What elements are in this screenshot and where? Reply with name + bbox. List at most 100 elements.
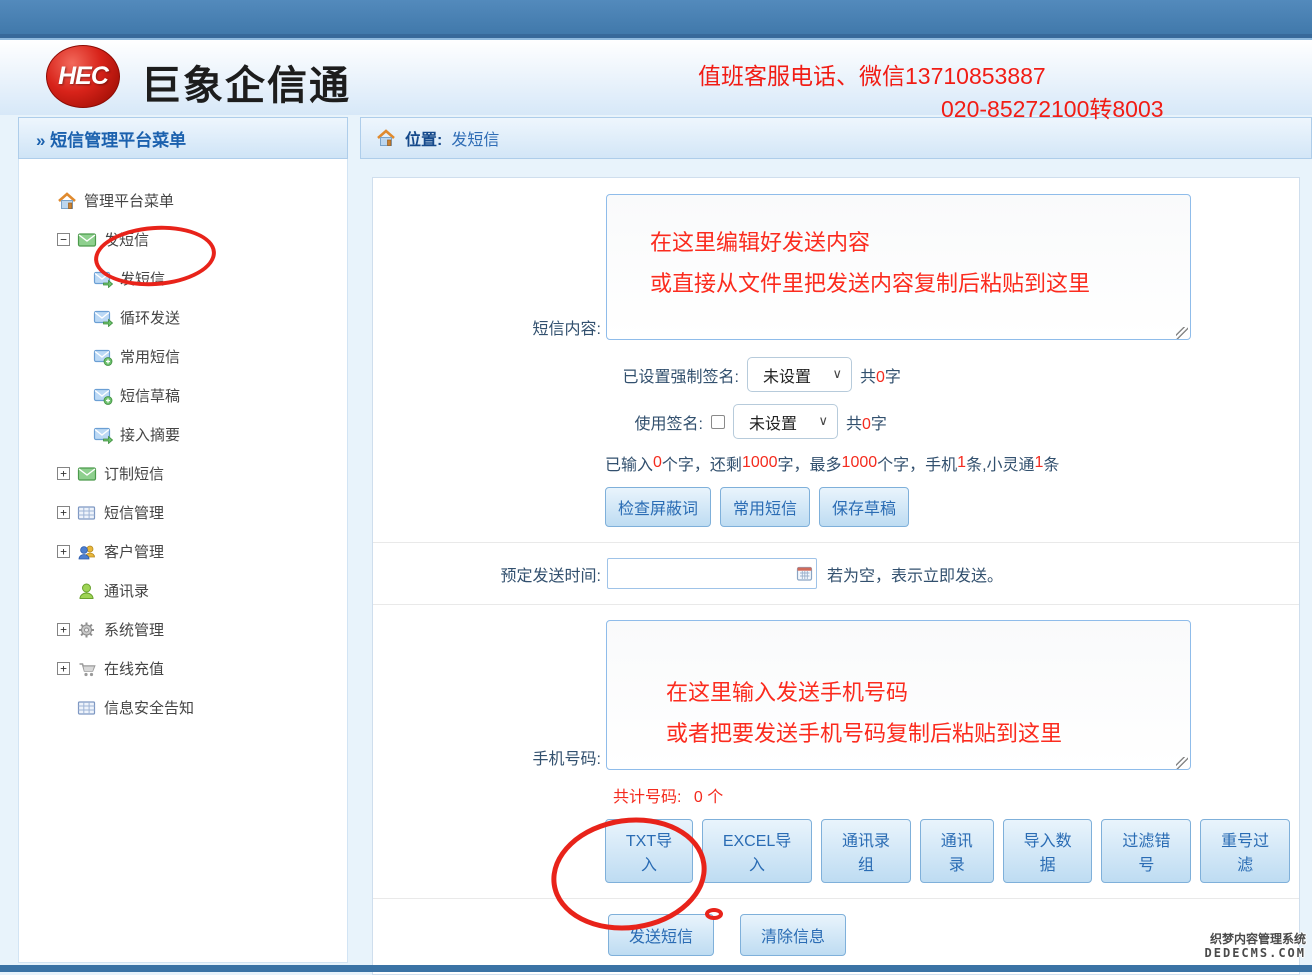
resize-grip-icon[interactable] [1176,757,1188,769]
counter-number: 1 [957,454,966,472]
sidebar-item-common-sms[interactable]: 常用短信 [93,337,347,376]
contact-group-button[interactable]: 通讯录组 [821,819,911,883]
home-icon [57,192,77,210]
envelope-green-icon [77,231,97,249]
envelope-arrow-icon [93,270,113,288]
counter-number: 1000 [742,454,778,472]
counter-text: 条 [1043,451,1059,475]
sidebar-item-custom-sms[interactable]: + 订制短信 [57,454,347,493]
counter-text: 个字，还剩 [662,451,742,475]
sidebar: » 短信管理平台菜单 管理平台菜单 −发短信发短信循环发送常用短信短信草稿接入摘… [18,117,348,963]
common-sms-button[interactable]: 常用短信 [720,487,810,527]
envelope-plus-icon [93,348,113,366]
sidebar-item-label: 系统管理 [104,619,164,640]
counter-number: 0 [653,454,662,472]
sidebar-item-label: 发短信 [120,268,165,289]
main-area: 位置: 发短信 短信内容: 在这里编辑好发送内容 或直接从文件里把发送内容复制后… [360,117,1312,975]
expander-plus-icon[interactable]: + [57,623,70,636]
sms-content-label: 短信内容: [373,315,601,345]
use-signature-checkbox[interactable] [711,415,725,429]
phone-numbers-label: 手机号码: [373,745,601,775]
top-navy-bar [0,0,1312,34]
sidebar-item-info-security[interactable]: 信息安全告知 [57,688,347,727]
sidebar-item-label: 循环发送 [120,307,180,328]
logo-text: HEC [58,62,108,91]
divider [373,542,1299,543]
breadcrumb-location-label: 位置: [405,126,442,150]
divider [373,604,1299,605]
sidebar-item-online-recharge[interactable]: + 在线充值 [57,649,347,688]
sidebar-item-label: 信息安全告知 [104,697,194,718]
sidebar-item-system-manage[interactable]: + 系统管理 [57,610,347,649]
sidebar-item-label: 短信管理 [104,502,164,523]
sms-content-textarea[interactable] [606,194,1191,340]
sidebar-title: » 短信管理平台菜单 [18,117,348,159]
counter-text: 已输入 [605,451,653,475]
brand-title: 巨象企信通 [141,53,351,111]
forced-signature-select[interactable]: 未设置 ∨ [747,357,852,392]
sidebar-item-send-sms-group[interactable]: − 发短信 [57,220,347,259]
service-contact-line1: 值班客服电话、微信13710853887 [698,57,1046,91]
users-icon [77,543,97,561]
clear-info-button[interactable]: 清除信息 [740,914,846,956]
schedule-time-label: 预定发送时间: [373,562,601,586]
sidebar-item-loop-send[interactable]: 循环发送 [93,298,347,337]
counter-text: 个字，手机 [877,451,957,475]
chevron-down-icon: ∨ [832,367,842,382]
check-blocked-words-button[interactable]: 检查屏蔽词 [605,487,711,527]
sms-content-wrap: 在这里编辑好发送内容 或直接从文件里把发送内容复制后粘贴到这里 [606,194,1191,345]
sidebar-item-label: 发短信 [104,229,149,250]
breadcrumb: 位置: 发短信 [360,117,1312,159]
use-signature-label: 使用签名: [373,410,703,434]
sidebar-item-label: 在线充值 [104,658,164,679]
forced-signature-label: 已设置强制签名: [373,363,739,387]
contacts-button[interactable]: 通讯录 [920,819,994,883]
table-icon [77,699,97,717]
send-sms-button[interactable]: 发送短信 [608,914,714,956]
sidebar-item-access-summary[interactable]: 接入摘要 [93,415,347,454]
chevron-down-icon: ∨ [818,414,828,429]
sidebar-item-customer-manage[interactable]: + 客户管理 [57,532,347,571]
sidebar-item-label: 常用短信 [120,346,180,367]
sidebar-item-label: 客户管理 [104,541,164,562]
sidebar-item-label: 接入摘要 [120,424,180,445]
table-icon [77,504,97,522]
breadcrumb-page: 发短信 [451,126,499,150]
sidebar-menu-tree: 管理平台菜单 −发短信发短信循环发送常用短信短信草稿接入摘要+订制短信+短信管理… [18,159,348,963]
sidebar-item-sms-draft[interactable]: 短信草稿 [93,376,347,415]
sidebar-item-label: 订制短信 [104,463,164,484]
divider [373,898,1299,899]
phone-numbers-textarea[interactable] [606,620,1191,770]
schedule-hint: 若为空，表示立即发送。 [827,562,1003,586]
counter-number: 1 [1035,454,1044,472]
expander-plus-icon[interactable]: + [57,662,70,675]
expander-plus-icon[interactable]: + [57,545,70,558]
import-data-button[interactable]: 导入数据 [1003,819,1093,883]
save-draft-button[interactable]: 保存草稿 [819,487,909,527]
sidebar-item-sms-manage[interactable]: + 短信管理 [57,493,347,532]
counter-text: 条,小灵通 [966,451,1034,475]
duplicate-filter-button[interactable]: 重号过滤 [1200,819,1290,883]
sidebar-item-contacts[interactable]: 通讯录 [57,571,347,610]
expander-minus-icon[interactable]: − [57,233,70,246]
excel-import-button[interactable]: EXCEL导入 [702,819,812,883]
calendar-icon[interactable] [796,565,813,582]
expander-plus-icon[interactable]: + [57,467,70,480]
schedule-time-input[interactable] [607,558,817,589]
tool-buttons-row: 检查屏蔽词常用短信保存草稿 [605,487,1299,527]
envelope-arrow-icon [93,426,113,444]
use-signature-select[interactable]: 未设置 ∨ [733,404,838,439]
char-counter-line: 已输入0个字，还剩1000字，最多1000个字，手机1条,小灵通1条 [605,451,1299,475]
expander-plus-icon[interactable]: + [57,506,70,519]
sidebar-item-label: 短信草稿 [120,385,180,406]
app-header: HEC 巨象企信通 值班客服电话、微信13710853887 020-85272… [0,40,1312,115]
content-area: » 短信管理平台菜单 管理平台菜单 −发短信发短信循环发送常用短信短信草稿接入摘… [0,115,1312,963]
sidebar-item-label: 通讯录 [104,580,149,601]
sidebar-root-menu[interactable]: 管理平台菜单 [57,181,347,220]
resize-grip-icon[interactable] [1176,327,1188,339]
sidebar-item-send-sms[interactable]: 发短信 [93,259,347,298]
bottom-blue-bar [0,965,1312,972]
filter-wrong-number-button[interactable]: 过滤错号 [1101,819,1191,883]
txt-import-button[interactable]: TXT导入 [605,819,693,883]
cart-icon [77,660,97,678]
